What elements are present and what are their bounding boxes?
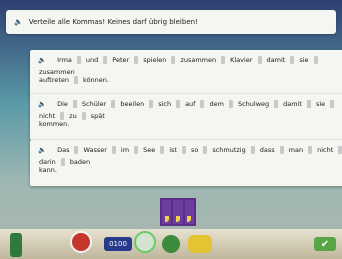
sentence-word: zusammen [39,68,75,76]
sentence-word: spät [90,112,105,120]
sentence-word: damit [283,100,302,108]
comma-slot[interactable] [250,146,255,154]
comma-slot[interactable] [290,56,295,64]
instruction-text: Verteile alle Kommas! Keines darf übrig … [28,18,198,26]
sentence-word: zusammen [180,56,217,64]
gauge-icon[interactable] [134,231,156,253]
speaker-icon[interactable]: 🔈 [38,100,46,108]
sentence-word: See [143,146,156,154]
yellow-button[interactable] [188,235,212,253]
comma-slot[interactable] [74,76,79,84]
sentence-line: kann. [38,166,342,174]
sentence-word: dem [209,100,224,108]
comma-slot[interactable] [60,158,65,166]
sentence-line: kommen. [38,120,342,128]
comma-slot[interactable] [134,146,139,154]
comma-slot[interactable] [111,146,116,154]
comma-stack[interactable] [160,198,196,226]
sentence-word: Schüler [81,100,107,108]
comma-slot[interactable] [74,146,79,154]
sentence-word: auf [185,100,196,108]
speaker-icon[interactable]: 🔈 [38,56,46,64]
comma-slot[interactable] [274,100,279,108]
comma-slot[interactable] [313,56,318,64]
green-button[interactable] [162,235,180,253]
sentence-word: kommen. [39,120,70,128]
sentence-word: spielen [143,56,167,64]
sentence-word: beeilen [120,100,145,108]
sentence-word: können. [83,76,109,84]
comma-slot[interactable] [60,112,65,120]
sentence-word: nicht [317,146,334,154]
comma-piece[interactable] [173,200,183,224]
sentence-line: 🔈 Das Wasser im See ist so schmutzig dass man nic… [38,146,342,166]
comma-slot[interactable] [81,112,86,120]
sentence-word: Schulweg [237,100,270,108]
sentence-line: auftreten können. [38,76,342,84]
comma-slot[interactable] [176,100,181,108]
sentence-word: man [288,146,304,154]
comma-slot[interactable] [160,146,165,154]
comma-slot[interactable] [203,146,208,154]
sentence-word: im [120,146,130,154]
sentence-word: und [85,56,99,64]
app-background: 🔈 Verteile alle Kommas! Keines darf übri… [0,0,342,259]
comma-slot[interactable] [338,146,342,154]
comma-slot[interactable] [72,100,77,108]
sentence-line: 🔈 Die Schüler beeilen sich auf dem Schulweg dam… [38,100,342,120]
sentence-word: Klavier [230,56,253,64]
sentence-word: damit [266,56,286,64]
sentence-line: 🔈 Irma und Peter spielen zusammen Klavier dami… [38,56,342,76]
comma-slot[interactable] [171,56,176,64]
comma-slot[interactable] [76,56,81,64]
comma-slot[interactable] [221,56,226,64]
comma-slot[interactable] [279,146,284,154]
timer-display: 0100 [104,237,132,251]
speaker-icon[interactable]: 🔈 [38,146,46,154]
comma-piece[interactable] [184,200,194,224]
comma-slot[interactable] [149,100,154,108]
sentence-word: darin [39,158,56,166]
sentence-word: sie [315,100,326,108]
sentence-word: Die [57,100,68,108]
comma-slot[interactable] [228,100,233,108]
sentence-word: so [190,146,199,154]
comma-slot[interactable] [257,56,262,64]
check-button[interactable]: ✔ [314,237,336,251]
sentence-card-3: 🔈 Das Wasser im See ist so schmutzig dass man nic… [30,140,342,186]
comma-slot[interactable] [306,100,311,108]
comma-slot[interactable] [111,100,116,108]
sentence-card-2: 🔈 Die Schüler beeilen sich auf dem Schulweg dam… [30,94,342,140]
comma-slot[interactable] [330,100,335,108]
sentence-word: schmutzig [212,146,246,154]
sentence-word: baden [69,158,91,166]
comma-slot[interactable] [200,100,205,108]
sentence-word: Irma [57,56,72,64]
speaker-icon[interactable]: 🔈 [14,18,23,26]
sentence-word: dass [259,146,275,154]
star-button[interactable] [70,231,92,253]
comma-slot[interactable] [103,56,108,64]
comma-piece[interactable] [162,200,172,224]
bottle-icon [10,233,22,257]
sentence-word: kann. [39,166,57,174]
comma-slot[interactable] [134,56,139,64]
comma-slot[interactable] [181,146,186,154]
sentence-word: auftreten [39,76,70,84]
sentence-word: Wasser [83,146,107,154]
sentence-word: sich [158,100,172,108]
sentence-word: Das [57,146,70,154]
bottom-toolbar: 0100 ✔ [0,229,342,259]
sentence-word: zu [69,112,77,120]
instruction-bar: 🔈 Verteile alle Kommas! Keines darf übri… [6,10,336,34]
sentence-word: nicht [39,112,56,120]
comma-slot[interactable] [308,146,313,154]
sentence-card-1: 🔈 Irma und Peter spielen zusammen Klavier dami… [30,50,342,96]
sentence-word: Peter [112,56,130,64]
sentence-word: ist [169,146,177,154]
sentence-word: sie [299,56,309,64]
